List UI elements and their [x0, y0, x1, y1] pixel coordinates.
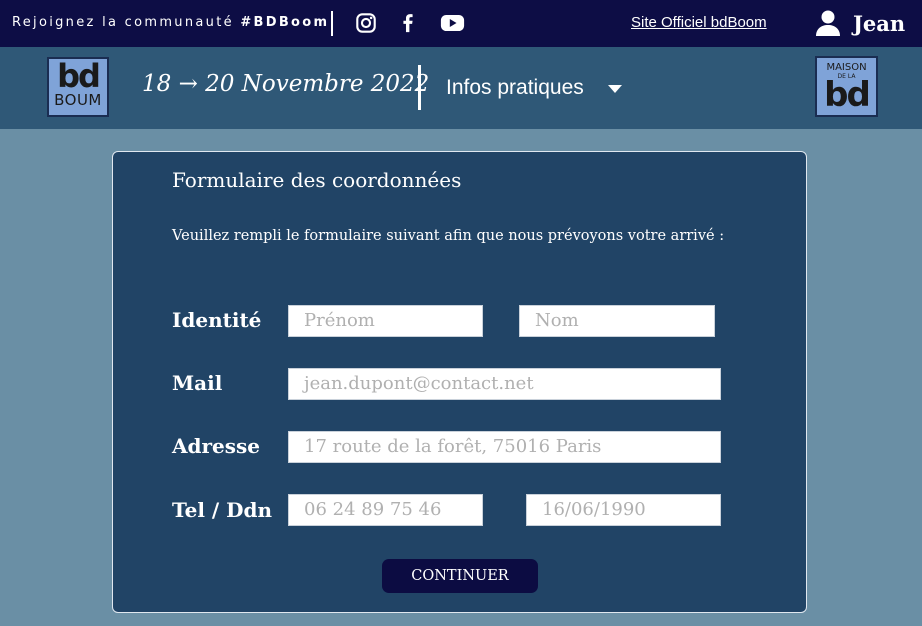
continue-button[interactable]: CONTINUER [382, 559, 538, 593]
top-bar: Rejoignez la communauté #BDBoom Site Off… [0, 0, 922, 47]
youtube-icon[interactable] [440, 12, 465, 34]
bdboum-logo[interactable]: bd BOUM [47, 57, 109, 117]
chevron-down-icon[interactable] [608, 85, 622, 93]
event-dates: 18 → 20 Novembre 2022 [142, 71, 430, 97]
address-label: Adresse [172, 434, 261, 458]
slogan-hashtag: #BDBoom [240, 15, 330, 30]
logo-right-maison: MAISON [826, 62, 867, 73]
event-header: bd BOUM 18 → 20 Novembre 2022 Infos prat… [0, 47, 922, 129]
form-title: Formulaire des coordonnées [172, 168, 462, 192]
address-field[interactable]: 17 route de la forêt, 75016 Paris [288, 431, 721, 463]
form-intro: Veuillez rempli le formulaire suivant af… [172, 228, 725, 244]
logo-left-big: bd [57, 57, 101, 95]
firstname-field[interactable]: Prénom [288, 305, 483, 337]
header-divider [418, 65, 421, 110]
community-slogan: Rejoignez la communauté #BDBoom [12, 15, 329, 30]
username[interactable]: Jean [853, 11, 905, 36]
maison-de-la-bd-logo[interactable]: MAISON DE LA bd [815, 56, 878, 117]
slogan-text: Rejoignez la communauté [12, 15, 241, 30]
phone-dob-label: Tel / Ddn [172, 498, 273, 522]
mail-label: Mail [172, 371, 223, 395]
topbar-divider [331, 11, 333, 36]
official-site-link[interactable]: Site Officiel bdBoom [631, 14, 767, 31]
contact-form-card: Formulaire des coordonnées Veuillez remp… [112, 151, 807, 613]
logo-left-small: BOUM [54, 91, 102, 109]
facebook-icon[interactable] [397, 12, 419, 34]
instagram-icon[interactable] [355, 12, 377, 34]
lastname-field[interactable]: Nom [519, 305, 715, 337]
infos-pratiques-menu[interactable]: Infos pratiques [446, 76, 584, 100]
logo-right-big: bd [824, 75, 871, 115]
user-icon[interactable] [815, 9, 841, 37]
phone-field[interactable]: 06 24 89 75 46 [288, 494, 483, 526]
identity-label: Identité [172, 308, 262, 332]
email-field[interactable]: jean.dupont@contact.net [288, 368, 721, 400]
birthdate-field[interactable]: 16/06/1990 [526, 494, 721, 526]
